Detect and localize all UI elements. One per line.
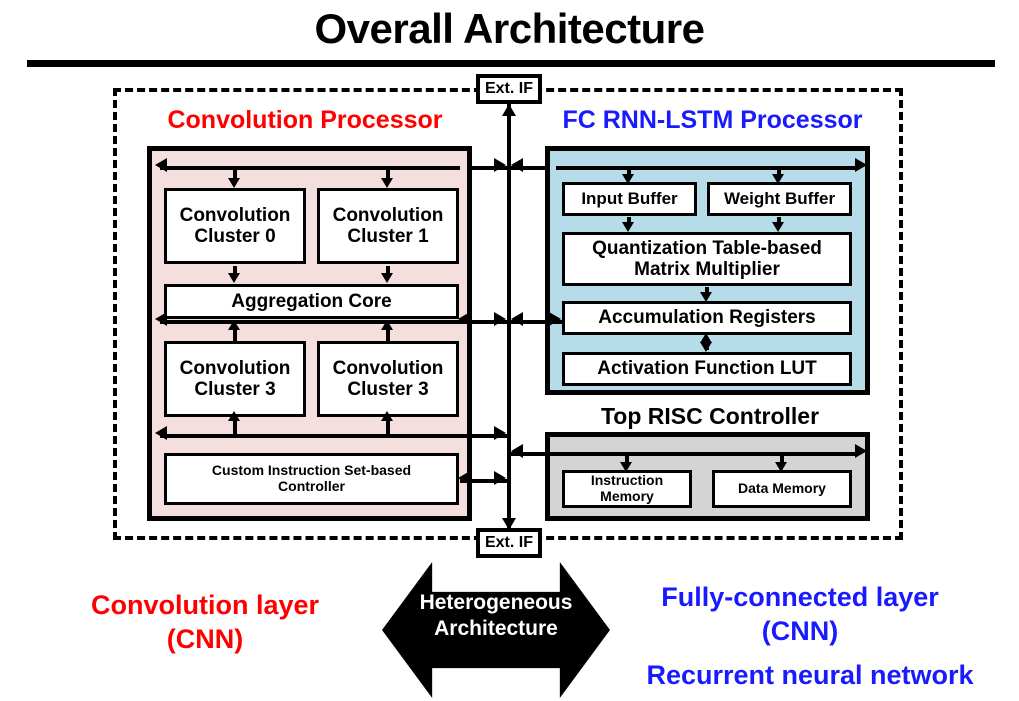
central-bus-mid-arrow-in-left	[494, 312, 506, 326]
risc-tap-dmem-arrow	[775, 462, 787, 472]
block-label: Instruction Memory	[590, 472, 664, 504]
conv-link-c0-agg-arrow	[228, 273, 240, 283]
conv-link-c3-lowbus	[386, 419, 390, 434]
fc-bus-top-arrow-right	[855, 158, 867, 172]
ext-if-top-box: Ext. IF	[476, 74, 542, 104]
block-convolution-cluster-1: Convolution Cluster 1	[317, 188, 459, 264]
block-matrix-multiplier: Quantization Table-based Matrix Multipli…	[562, 232, 852, 286]
block-accumulation-registers: Accumulation Registers	[562, 301, 852, 335]
conv-bus-top	[160, 166, 460, 170]
block-label: Input Buffer	[581, 189, 678, 209]
central-bus-mid-arrow-in-right	[511, 312, 523, 326]
risc-bus	[556, 452, 858, 456]
central-bus-controller-arrow-right	[494, 471, 506, 485]
risc-tap-imem-arrow	[620, 462, 632, 472]
ext-if-bottom-box: Ext. IF	[476, 528, 542, 558]
conv-link-c3-agg	[386, 328, 390, 342]
block-convolution-cluster-3: Convolution Cluster 3	[317, 341, 459, 417]
block-label: Quantization Table-based Matrix Multipli…	[592, 237, 822, 280]
central-bus-arrow-up	[502, 104, 516, 116]
conv-link-c2-agg-arrow	[228, 320, 240, 330]
conv-link-c2-lowbus	[233, 419, 237, 434]
title-divider	[27, 60, 995, 67]
conv-link-c2-lowbus-arrow	[228, 411, 240, 421]
heterogeneous-architecture-label: Heterogeneous Architecture	[419, 591, 573, 640]
block-label: Convolution Cluster 0	[179, 204, 291, 247]
central-bus-risc-arrow	[511, 444, 523, 458]
block-data-memory: Data Memory	[712, 470, 852, 508]
block-label: Convolution Cluster 3	[179, 357, 291, 400]
central-bus-top-arrow-out	[511, 158, 523, 172]
fc-tap-input-buffer-arrow	[622, 174, 634, 184]
conv-bus-bottom-arrow-left	[155, 426, 167, 440]
risc-bus-arrow-right	[855, 444, 867, 458]
block-aggregation-core: Aggregation Core	[164, 284, 459, 319]
central-bus-controller-arrow-left	[458, 471, 470, 485]
central-bus-top-arrow-in	[494, 158, 506, 172]
conv-link-c1-agg-arrow	[381, 273, 393, 283]
block-label: Data Memory	[738, 480, 826, 497]
block-activation-function-lut: Activation Function LUT	[562, 352, 852, 386]
fc-link-wbuf-mm-arrow	[772, 222, 784, 232]
conv-bus-top-arrow-left	[155, 158, 167, 172]
fc-bus-top	[556, 166, 858, 170]
caption-fully-connected-layer: Fully-connected layer (CNN)	[661, 582, 939, 646]
conv-link-c3-agg-arrow	[381, 320, 393, 330]
block-convolution-cluster-0: Convolution Cluster 0	[164, 188, 306, 264]
block-label: Weight Buffer	[723, 189, 836, 209]
block-convolution-cluster-2: Convolution Cluster 3	[164, 341, 306, 417]
block-label: Custom Instruction Set-based Controller	[211, 462, 412, 494]
convolution-processor-heading: Convolution Processor	[167, 106, 443, 134]
conv-link-c3-lowbus-arrow	[381, 411, 393, 421]
block-instruction-memory: Instruction Memory	[562, 470, 692, 508]
caption-recurrent-neural-network: Recurrent neural network	[646, 660, 974, 690]
fc-link-mm-acc-arrow	[700, 292, 712, 302]
block-weight-buffer: Weight Buffer	[707, 182, 852, 216]
page-title: Overall Architecture	[314, 5, 705, 52]
conv-bus-bottom	[160, 434, 460, 438]
central-bus-mid-arrow-to-fc	[549, 312, 561, 326]
conv-bus-mid	[160, 320, 460, 324]
conv-link-c2-agg	[233, 328, 237, 342]
top-risc-controller-heading: Top RISC Controller	[600, 403, 820, 429]
central-bus-low-arrow-in	[494, 426, 506, 440]
conv-tap-cluster0-arrow	[228, 178, 240, 188]
block-label: Activation Function LUT	[597, 358, 817, 380]
caption-convolution-layer: Convolution layer (CNN)	[90, 590, 320, 654]
block-label: Convolution Cluster 3	[332, 357, 444, 400]
conv-tap-cluster1-arrow	[381, 178, 393, 188]
block-label: Accumulation Registers	[598, 307, 816, 329]
conv-bus-mid-arrow-left	[155, 312, 167, 326]
fc-rnn-lstm-processor-heading: FC RNN-LSTM Processor	[562, 106, 863, 134]
fc-tap-weight-buffer-arrow	[772, 174, 784, 184]
block-label: Aggregation Core	[231, 290, 392, 312]
fc-link-inbuf-mm-arrow	[622, 222, 634, 232]
block-input-buffer: Input Buffer	[562, 182, 697, 216]
central-bus-mid-arrow-to-conv	[458, 312, 470, 326]
block-label: Convolution Cluster 1	[332, 204, 444, 247]
block-custom-instruction-controller: Custom Instruction Set-based Controller	[164, 453, 459, 505]
fc-link-acc-lut-arrow-down	[700, 342, 712, 352]
